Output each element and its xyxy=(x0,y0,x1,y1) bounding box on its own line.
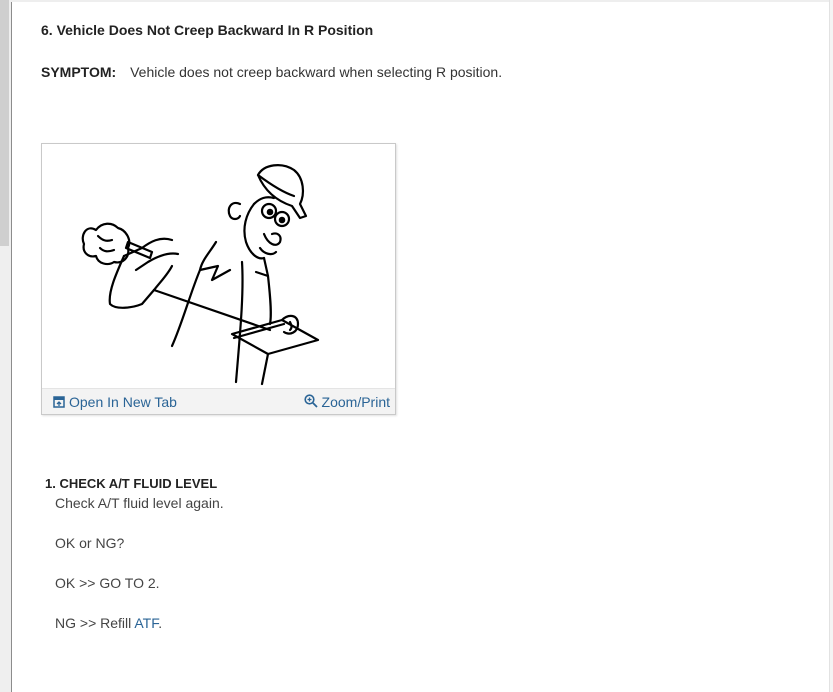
scrollbar-thumb[interactable] xyxy=(0,0,9,246)
section-title: 6. Vehicle Does Not Creep Backward In R … xyxy=(41,22,373,38)
ng-prefix: NG >> Refill xyxy=(55,615,135,631)
scrollbar[interactable] xyxy=(0,0,12,692)
symptom-text: Vehicle does not creep backward when sel… xyxy=(130,64,503,80)
step-question: OK or NG? xyxy=(55,535,125,551)
step-1: 1. CHECK A/T FLUID LEVEL Check A/T fluid… xyxy=(45,476,645,632)
right-border xyxy=(829,0,833,692)
symptom-label: SYMPTOM: xyxy=(41,64,117,80)
figure-box: Open In New Tab Zoom/Print xyxy=(41,143,396,415)
zoom-icon xyxy=(303,394,318,408)
step-body: Check A/T fluid level again. OK or NG? O… xyxy=(55,495,645,632)
step-ok-result: OK >> GO TO 2. xyxy=(55,575,160,591)
open-tab-icon xyxy=(53,396,65,408)
open-in-new-tab-label: Open In New Tab xyxy=(69,394,177,410)
ng-suffix: . xyxy=(158,615,163,631)
figure-toolbar: Open In New Tab Zoom/Print xyxy=(42,388,395,414)
section-title-text: Vehicle Does Not Creep Backward In R Pos… xyxy=(56,22,374,38)
step-heading: 1. CHECK A/T FLUID LEVEL xyxy=(45,476,218,491)
open-in-new-tab-button[interactable]: Open In New Tab xyxy=(53,394,177,410)
step-instruction: Check A/T fluid level again. xyxy=(55,495,224,511)
mechanic-illustration xyxy=(81,164,320,386)
atf-link[interactable]: ATF xyxy=(134,615,158,631)
zoom-print-button[interactable]: Zoom/Print xyxy=(303,394,390,410)
zoom-print-label: Zoom/Print xyxy=(321,394,390,410)
section-number: 6. xyxy=(41,22,53,38)
symptom-line: SYMPTOM: Vehicle does not creep backward… xyxy=(41,64,502,80)
step-ng-result: NG >> Refill ATF. xyxy=(55,615,645,632)
top-border xyxy=(11,0,833,2)
